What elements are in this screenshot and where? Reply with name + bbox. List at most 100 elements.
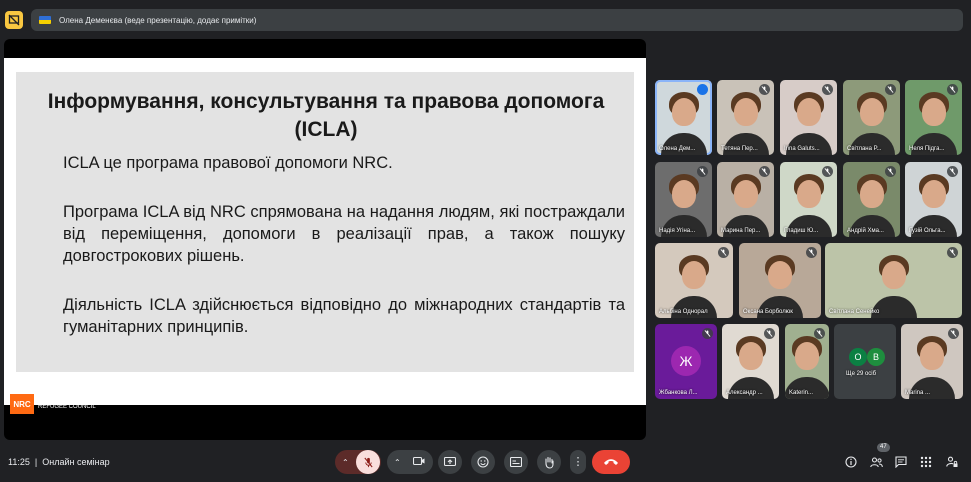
avatar: О [849,348,867,366]
participant-name: Жбанкова Л... [659,390,698,396]
participant-name: Александр ... [726,390,763,396]
participant-video-face [733,180,758,208]
participant-video-face [881,261,906,289]
participant-tile[interactable]: Надія Угіна... [655,162,712,237]
nrc-logo-mark: NRC [10,394,34,414]
camera-control-group: ⌃ [387,450,433,474]
more-participants-tile[interactable]: О В Ще 29 осіб [834,324,896,399]
participant-name: Андрій Хма... [847,228,884,234]
presenter-banner: Олена Деменєва (веде презентацію, додає … [31,9,963,31]
camera-options-chevron-icon[interactable]: ⌃ [394,458,401,467]
present-off-icon [8,14,20,26]
slide: Інформування, консультування та правова … [16,72,634,372]
meeting-title: Онлайн семінар [42,457,110,467]
nrc-logo-line1: NORWEGIAN [38,397,76,403]
participant-tile[interactable]: Ж Жбанкова Л... [655,324,717,399]
camera-toggle-button[interactable] [412,456,425,469]
nrc-logo-line2: REFUGEE COUNCIL [38,404,96,410]
host-controls-button[interactable] [944,454,960,470]
more-participants-label: Ще 29 осіб [846,371,877,377]
mic-options-chevron-icon[interactable]: ⌃ [342,458,349,467]
mic-off-icon [885,166,896,177]
participant-tile[interactable]: Оксана Борболюк [739,243,821,318]
participant-tile[interactable]: Олена Дем... [655,80,712,155]
hang-up-icon [604,459,618,465]
participant-tile[interactable]: Альбіна Однорал [655,243,733,318]
participant-name: Марина Пер... [721,228,761,234]
meeting-details-button[interactable] [843,454,859,470]
slide-paragraph-2: Програма ICLA від NRC спрямована на нада… [63,203,625,265]
mic-off-icon [363,457,373,467]
slide-frame: Інформування, консультування та правова … [4,58,646,405]
participant-video-face [795,342,819,370]
participant-video-face [733,98,758,126]
mic-toggle-button[interactable] [356,450,380,474]
participant-name: Тетяна Пер... [721,146,758,152]
mic-off-icon [759,84,770,95]
participant-name: Гузій Ольга... [909,228,946,234]
people-button[interactable] [868,454,884,470]
participant-video-face [796,98,821,126]
participant-tile[interactable]: Гладиш Ю... [780,162,837,237]
activities-button[interactable] [918,454,934,470]
participant-tile[interactable]: Marina ... [901,324,963,399]
participant-name: Світлана Р... [847,146,882,152]
participant-name: Marina ... [905,390,931,396]
participant-tile[interactable]: Андрій Хма... [843,162,900,237]
slide-paragraph-1: ICLA це програма правової допомоги NRC. [63,154,393,172]
participant-name: Надія Угіна... [659,228,696,234]
chat-button[interactable] [893,454,909,470]
people-icon [869,456,883,467]
participant-video-face [768,261,792,289]
more-options-button[interactable]: ⋮ [570,450,586,474]
mic-off-icon [814,328,825,339]
ukraine-flag-icon [39,16,51,24]
speaking-indicator-icon [697,84,708,95]
meet-window: Олена Деменєва (веде презентацію, додає … [0,0,971,482]
mic-off-icon [697,166,708,177]
participant-tile[interactable]: Irina Galuts... [780,80,837,155]
mic-off-icon [822,84,833,95]
participant-video-face [921,98,946,126]
raise-hand-button[interactable] [537,450,561,474]
separator: | [34,457,38,467]
participant-tile[interactable]: Світлана Р... [843,80,900,155]
clock-time: 11:25 [8,457,30,467]
participant-count-badge: 47 [877,443,890,452]
participant-video-face [671,98,696,126]
participant-tile[interactable]: Гузій Ольга... [905,162,962,237]
participant-name: Katerin... [789,390,814,396]
participant-video-face [859,180,884,208]
more-vert-icon: ⋮ [572,455,584,468]
participant-tile[interactable]: Александр ... [722,324,779,399]
mic-off-icon [759,166,770,177]
mic-off-icon [822,166,833,177]
participant-tile[interactable]: Тетяна Пер... [717,80,774,155]
present-now-button[interactable] [438,450,462,474]
presenter-text: Олена Деменєва (веде презентацію, додає … [59,15,257,25]
participant-name: Олена Дем... [659,146,696,152]
participant-tile[interactable]: Неля Підга... [905,80,962,155]
mic-off-icon [702,328,713,339]
captions-icon [510,457,522,467]
leave-call-button[interactable] [592,450,630,474]
mic-control-group: ⌃ [335,450,381,474]
participant-tile[interactable]: Марина Пер... [717,162,774,237]
reactions-button[interactable] [471,450,495,474]
nrc-logo-text: NORWEGIAN REFUGEE COUNCIL [38,397,96,411]
participant-tile[interactable]: Світлана Сенейко [825,243,962,318]
participant-name: Неля Підга... [909,146,945,152]
participant-video-face [682,261,706,289]
participant-video-face [796,180,821,208]
participant-tile[interactable]: Katerin... [785,324,829,399]
control-bar: 11:25 | Онлайн семінар ⌃ ⌃ ⋮ 47 [0,443,971,482]
captions-button[interactable] [504,450,528,474]
mic-off-icon [718,247,729,258]
presentation-stage[interactable]: Інформування, консультування та правова … [4,39,646,440]
presentation-icon[interactable] [5,11,23,29]
mic-off-icon [764,328,775,339]
participant-name: Альбіна Однорал [659,309,708,315]
mic-off-icon [885,84,896,95]
avatar: В [867,348,885,366]
mic-off-icon [806,247,817,258]
